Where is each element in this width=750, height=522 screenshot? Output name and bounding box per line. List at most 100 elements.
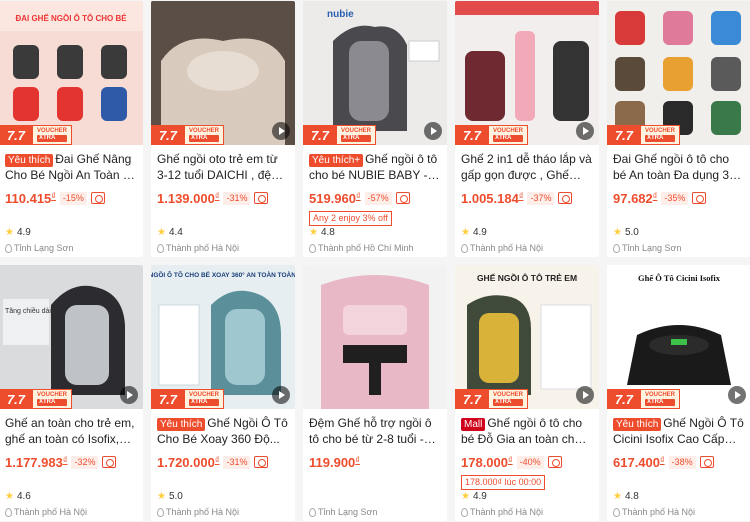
product-image bbox=[151, 1, 295, 145]
product-thumbnail[interactable]: Tăng chiều dài, tăng chiều rộng 7.7 VOUC… bbox=[0, 265, 143, 409]
discount-badge: -40% bbox=[516, 455, 544, 469]
product-location: Tỉnh Lạng Sơn bbox=[309, 507, 377, 517]
product-title[interactable]: Yêu thích Ghế Ngồi Ô Tô Cicini Isofix Cao… bbox=[613, 415, 745, 447]
flash-sale-label: 178.000₫ lúc 00:00 bbox=[461, 475, 546, 490]
location-pin-icon bbox=[309, 243, 316, 253]
product-thumbnail[interactable]: GHẾ NGỒI Ô TÔ TRẺ EM 7.7 VOUCHER XTRA bbox=[455, 265, 599, 409]
product-rating: ★ 5.0 bbox=[157, 491, 183, 502]
video-play-icon bbox=[576, 122, 594, 140]
product-price: 97.682₫ bbox=[613, 190, 658, 206]
product-title[interactable]: Ghế 2 in1 dễ tháo lắp và gấp gọn được , … bbox=[461, 151, 593, 183]
video-play-icon bbox=[272, 122, 290, 140]
coin-icon bbox=[90, 192, 105, 204]
product-price: 1.005.184₫ bbox=[461, 190, 524, 206]
favorite-tag: Yêu thích bbox=[157, 418, 206, 431]
discount-badge: -15% bbox=[59, 191, 87, 205]
promo-badge: 7.7 VOUCHER XTRA bbox=[455, 389, 547, 409]
location-pin-icon bbox=[461, 507, 468, 517]
product-card[interactable]: GHẾ NGỒI Ô TÔ CHO BÉ XOAY 360° AN TOÀN T… bbox=[151, 265, 295, 521]
discount-badge: -35% bbox=[661, 191, 689, 205]
product-title[interactable]: Đệm Ghế hỗ trợ ngồi ô tô cho bé từ 2-8 t… bbox=[309, 415, 441, 447]
product-image: GHẾ NGỒI Ô TÔ CHO BÉ XOAY 360° AN TOÀN T… bbox=[151, 265, 295, 409]
coin-icon bbox=[254, 456, 269, 468]
promo-badge: 7.7 VOUCHER XTRA bbox=[151, 389, 243, 409]
product-location: Thành phố Hà Nội bbox=[157, 243, 239, 253]
thumb-text: Ghế Ô Tô Cicini Isofix bbox=[638, 273, 721, 283]
product-title[interactable]: Yêu thích Đai Ghế Nâng Cho Bé Ngồi An Toà… bbox=[5, 151, 137, 183]
product-price: 1.720.000₫ bbox=[157, 454, 220, 470]
product-price: 1.139.000₫ bbox=[157, 190, 220, 206]
favorite-tag: Yêu thích bbox=[5, 154, 54, 167]
star-icon: ★ bbox=[309, 227, 318, 238]
product-card[interactable]: GHẾ NGỒI Ô TÔ TRẺ EM 7.7 VOUCHER XTRA Mal… bbox=[455, 265, 599, 521]
video-play-icon bbox=[728, 386, 746, 404]
product-card[interactable]: 7.7 VOUCHER XTRA Ghế ngồi oto trẻ em từ 3… bbox=[151, 1, 295, 257]
promo-badge: 7.7 VOUCHER XTRA bbox=[607, 389, 699, 409]
product-location: Thành phố Hồ Chí Minh bbox=[309, 243, 414, 253]
product-thumbnail[interactable]: 7.7 VOUCHER XTRA bbox=[455, 1, 599, 145]
product-thumbnail[interactable]: ĐAI GHẾ NGỒI Ô TÔ CHO BÉ 7.7 VOUCHER XTRA bbox=[0, 1, 143, 145]
product-rating: ★ 4.9 bbox=[5, 227, 31, 238]
promo-badge: 7.7 VOUCHER XTRA bbox=[0, 125, 91, 145]
product-rating: ★ 4.4 bbox=[157, 227, 183, 238]
product-rating: ★ 4.8 bbox=[309, 227, 335, 238]
discount-badge: -32% bbox=[71, 455, 99, 469]
product-card[interactable]: 7.7 VOUCHER XTRA Đai Ghế ngồi ô tô cho bé… bbox=[607, 1, 750, 257]
product-card[interactable]: Ghế Ô Tô Cicini Isofix 7.7 VOUCHER XTRA Y… bbox=[607, 265, 750, 521]
product-thumbnail[interactable]: GHẾ NGỒI Ô TÔ CHO BÉ XOAY 360° AN TOÀN T… bbox=[151, 265, 295, 409]
product-price: 519.960₫ bbox=[309, 190, 361, 206]
product-price: 617.400₫ bbox=[613, 454, 665, 470]
coin-icon bbox=[102, 456, 117, 468]
product-title[interactable]: Ghế an toàn cho trẻ em, ghế an toàn có I… bbox=[5, 415, 137, 447]
product-card[interactable]: ĐAI GHẾ NGỒI Ô TÔ CHO BÉ 7.7 VOUCHER XTRA… bbox=[0, 1, 143, 257]
product-card[interactable]: Tăng chiều dài, tăng chiều rộng 7.7 VOUC… bbox=[0, 265, 143, 521]
star-icon: ★ bbox=[461, 491, 470, 502]
location-pin-icon bbox=[5, 243, 12, 253]
product-grid: ĐAI GHẾ NGỒI Ô TÔ CHO BÉ 7.7 VOUCHER XTRA… bbox=[0, 0, 750, 522]
product-price: 178.000₫ bbox=[461, 454, 513, 470]
thumb-text: GHẾ NGỒI Ô TÔ TRẺ EM bbox=[477, 272, 577, 283]
product-thumbnail[interactable]: 7.7 VOUCHER XTRA bbox=[607, 1, 750, 145]
product-title[interactable]: Yêu thích Ghế Ngồi Ô Tô Cho Bé Xoay 360 Đ… bbox=[157, 415, 289, 447]
star-icon: ★ bbox=[613, 227, 622, 238]
star-icon: ★ bbox=[157, 491, 166, 502]
video-play-icon bbox=[424, 122, 442, 140]
location-pin-icon bbox=[5, 507, 12, 517]
product-image: Tăng chiều dài, tăng chiều rộng bbox=[0, 265, 143, 409]
product-image: nubie bbox=[303, 1, 447, 145]
product-image: GHẾ NGỒI Ô TÔ TRẺ EM bbox=[455, 265, 599, 409]
discount-badge: -37% bbox=[527, 191, 555, 205]
product-rating: ★ 5.0 bbox=[613, 227, 639, 238]
location-pin-icon bbox=[157, 243, 164, 253]
product-title[interactable]: Đai Ghế ngồi ô tô cho bé An toàn Đa dụng… bbox=[613, 151, 745, 183]
discount-badge: -31% bbox=[223, 455, 251, 469]
product-rating: ★ 4.6 bbox=[5, 491, 31, 502]
location-pin-icon bbox=[613, 507, 620, 517]
video-play-icon bbox=[120, 386, 138, 404]
product-card[interactable]: Đệm Ghế hỗ trợ ngồi ô tô cho bé từ 2-8 t… bbox=[303, 265, 447, 521]
product-location: Thành phố Hà Nội bbox=[613, 507, 695, 517]
star-icon: ★ bbox=[5, 491, 14, 502]
location-pin-icon bbox=[157, 507, 164, 517]
product-title[interactable]: Mall Ghế ngồi ô tô cho bé Đỗ Gia an toàn … bbox=[461, 415, 593, 447]
promo-badge: 7.7 VOUCHER XTRA bbox=[0, 389, 91, 409]
product-image bbox=[303, 265, 447, 409]
product-location: Thành phố Hà Nội bbox=[461, 507, 543, 517]
product-card[interactable]: nubie 7.7 VOUCHER XTRA Yêu thích+ Ghế ngồi… bbox=[303, 1, 447, 257]
promo-badge: 7.7 VOUCHER XTRA bbox=[303, 125, 395, 145]
product-thumbnail[interactable]: Ghế Ô Tô Cicini Isofix 7.7 VOUCHER XTRA bbox=[607, 265, 750, 409]
product-rating: ★ 4.9 bbox=[461, 227, 487, 238]
coin-icon bbox=[254, 192, 269, 204]
product-location: Thành phố Hà Nội bbox=[157, 507, 239, 517]
product-title[interactable]: Yêu thích+ Ghế ngồi ô tô cho bé NUBIE BAB… bbox=[309, 151, 441, 183]
product-price: 1.177.983₫ bbox=[5, 454, 68, 470]
product-location: Thành phố Hà Nội bbox=[461, 243, 543, 253]
coin-icon bbox=[699, 456, 714, 468]
product-thumbnail[interactable] bbox=[303, 265, 447, 409]
product-card[interactable]: 7.7 VOUCHER XTRA Ghế 2 in1 dễ tháo lắp và… bbox=[455, 1, 599, 257]
product-title[interactable]: Ghế ngồi oto trẻ em từ 3-12 tuổi DAICHI … bbox=[157, 151, 289, 183]
coin-icon bbox=[547, 456, 562, 468]
product-thumbnail[interactable]: nubie 7.7 VOUCHER XTRA bbox=[303, 1, 447, 145]
favorite-tag: Yêu thích bbox=[613, 418, 662, 431]
product-thumbnail[interactable]: 7.7 VOUCHER XTRA bbox=[151, 1, 295, 145]
